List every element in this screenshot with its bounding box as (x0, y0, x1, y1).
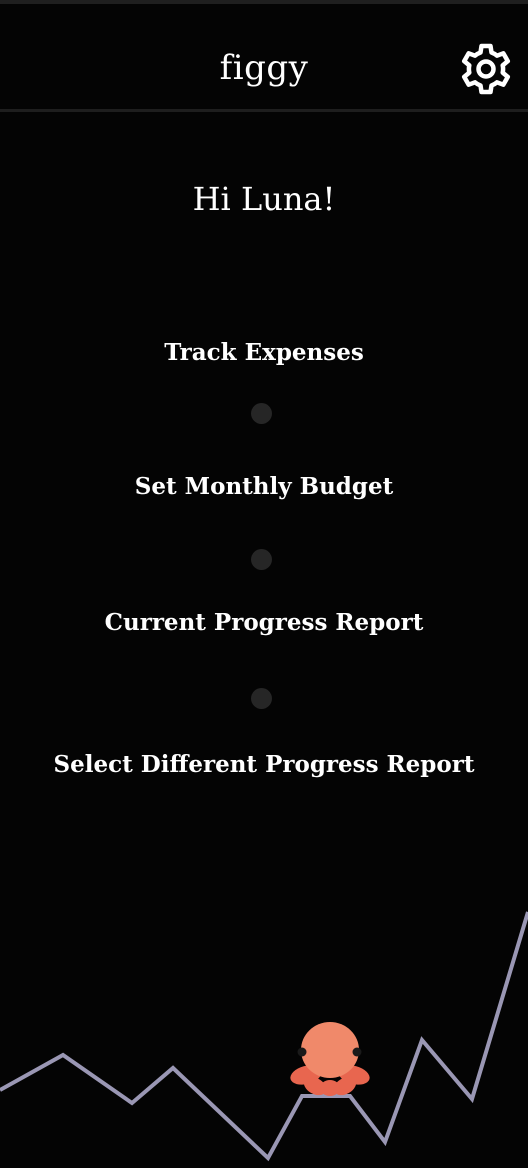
app-title: figgy (219, 48, 309, 88)
separator-dot (251, 688, 272, 709)
current-progress-report-button[interactable]: Current Progress Report (0, 606, 528, 640)
octopus-mascot-icon (290, 1022, 370, 1096)
select-different-progress-report-button[interactable]: Select Different Progress Report (0, 748, 528, 782)
decorative-scene (0, 900, 528, 1168)
set-monthly-budget-button[interactable]: Set Monthly Budget (0, 470, 528, 504)
separator-dot (251, 549, 272, 570)
greeting: Hi Luna! (192, 180, 336, 218)
separator-dot (251, 403, 272, 424)
header-divider (0, 109, 528, 112)
track-expenses-button[interactable]: Track Expenses (0, 336, 528, 370)
gear-icon[interactable] (459, 42, 513, 96)
progress-line-graphic (0, 911, 528, 1162)
